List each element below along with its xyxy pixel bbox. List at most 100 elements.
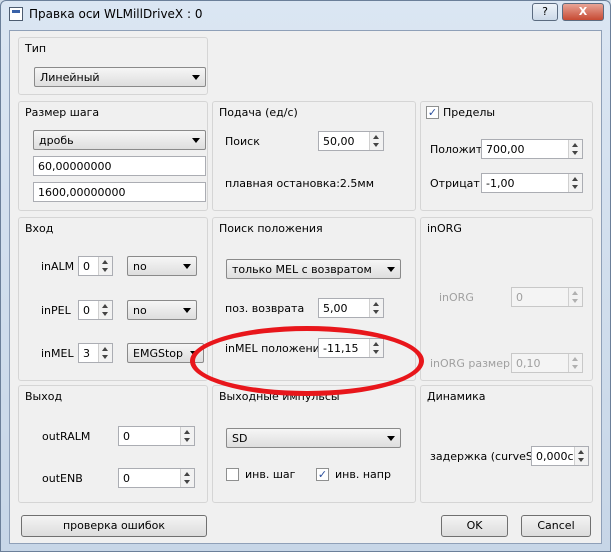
spin-down-icon — [572, 185, 578, 189]
output-group: Выход outRALM 0 outENB 0 — [18, 385, 208, 503]
pulse-mode-select[interactable]: SD — [226, 428, 401, 448]
help-button[interactable]: ? — [532, 3, 558, 21]
invert-step-label: инв. шаг — [245, 468, 296, 481]
chevron-down-icon — [387, 267, 395, 272]
in-mel-label: inMEL — [41, 347, 74, 360]
chevron-down-icon — [192, 138, 200, 143]
spin-up-icon — [184, 430, 190, 434]
spin-up-icon — [373, 302, 379, 306]
check-errors-button[interactable]: проверка ошибок — [21, 515, 207, 537]
in-pel-select[interactable]: no — [127, 300, 197, 320]
inorg-spinbox[interactable]: 0 — [511, 287, 583, 307]
dialog-window: Правка оси WLMillDriveX : 0 ? X Тип Лине… — [0, 0, 611, 552]
spin-buttons[interactable] — [98, 257, 112, 275]
negative-limit-spinbox[interactable]: -1,00 — [481, 173, 583, 193]
smooth-stop-label: плавная остановка:2.5мм — [225, 177, 375, 190]
limits-group-title: Пределы — [443, 106, 496, 119]
dynamics-group: Динамика задержка (curveS) 0,000с — [420, 385, 593, 503]
delay-curve-label: задержка (curveS) — [430, 450, 538, 463]
dialog-client-area: Тип Линейный Размер шага дробь 60,000000… — [9, 30, 602, 544]
step-mode-select[interactable]: дробь — [33, 130, 206, 150]
spin-buttons[interactable] — [369, 132, 383, 150]
spin-up-icon — [572, 291, 578, 295]
step-size-group-title: Размер шага — [25, 106, 100, 119]
cancel-button[interactable]: Cancel — [521, 515, 591, 537]
feed-group-title: Подача (ед/с) — [219, 106, 298, 119]
output-pulses-group: Выходные импульсы SD инв. шаг ✓ инв. нап… — [212, 385, 416, 503]
step-size-group: Размер шага дробь 60,00000000 1600,00000… — [18, 101, 208, 211]
limits-checkbox[interactable]: ✓ — [426, 106, 439, 119]
spin-down-icon — [102, 312, 108, 316]
spin-down-icon — [578, 458, 584, 462]
limits-group: ✓ Пределы Положит 700,00 Отрицат -1,00 — [420, 101, 593, 211]
in-pel-label: inPEL — [41, 304, 71, 317]
type-group-title: Тип — [25, 42, 47, 55]
step-value-2-input[interactable]: 1600,00000000 — [33, 182, 206, 202]
spin-up-icon — [102, 260, 108, 264]
window-title: Правка оси WLMillDriveX : 0 — [29, 7, 203, 21]
inorg-label: inORG — [439, 291, 474, 304]
feed-group: Подача (ед/с) Поиск 50,00 плавная остано… — [212, 101, 416, 211]
spin-buttons[interactable] — [98, 301, 112, 319]
negative-limit-label: Отрицат — [430, 177, 480, 190]
spin-up-icon — [572, 177, 578, 181]
spin-down-icon — [373, 143, 379, 147]
invert-direction-checkbox[interactable]: ✓ — [316, 468, 329, 481]
spin-down-icon — [102, 268, 108, 272]
spin-buttons[interactable] — [568, 354, 582, 372]
spin-buttons[interactable] — [180, 469, 194, 487]
in-mel-spinbox[interactable]: 3 — [78, 343, 113, 363]
spin-down-icon — [184, 480, 190, 484]
spin-up-icon — [578, 450, 584, 454]
spin-down-icon — [572, 151, 578, 155]
chevron-down-icon — [387, 436, 395, 441]
spin-up-icon — [572, 143, 578, 147]
input-group: Вход inALM 0 no inPEL 0 no inMEL 3 EMGSt… — [18, 217, 208, 381]
step-value-1-input[interactable]: 60,00000000 — [33, 156, 206, 176]
spin-buttons[interactable] — [568, 288, 582, 306]
spin-down-icon — [572, 365, 578, 369]
ok-button[interactable]: OK — [441, 515, 508, 537]
positive-limit-spinbox[interactable]: 700,00 — [481, 139, 583, 159]
spin-buttons[interactable] — [568, 140, 582, 158]
in-alm-spinbox[interactable]: 0 — [78, 256, 113, 276]
position-search-mode-select[interactable]: только MEL с возвратом — [226, 259, 401, 279]
spin-down-icon — [102, 355, 108, 359]
out-ralm-label: outRALM — [42, 430, 91, 443]
out-ralm-spinbox[interactable]: 0 — [118, 426, 195, 446]
out-enb-label: outENB — [42, 472, 83, 485]
output-group-title: Выход — [25, 390, 63, 403]
position-search-group-title: Поиск положения — [219, 222, 323, 235]
inorg-size-spinbox[interactable]: 0,10 — [511, 353, 583, 373]
step-mode-value: дробь — [39, 134, 74, 147]
search-feed-label: Поиск — [225, 135, 260, 148]
invert-step-checkbox[interactable] — [226, 468, 239, 481]
out-enb-spinbox[interactable]: 0 — [118, 468, 195, 488]
spin-buttons[interactable] — [574, 447, 588, 465]
title-bar[interactable]: Правка оси WLMillDriveX : 0 ? X — [1, 1, 610, 29]
spin-buttons[interactable] — [98, 344, 112, 362]
spin-buttons[interactable] — [369, 299, 383, 317]
app-window-icon — [9, 7, 23, 21]
in-alm-label: inALM — [41, 260, 75, 273]
return-position-label: поз. возврата — [225, 302, 305, 315]
type-select-value: Линейный — [40, 71, 100, 84]
spin-down-icon — [184, 438, 190, 442]
search-feed-spinbox[interactable]: 50,00 — [318, 131, 384, 151]
spin-up-icon — [572, 357, 578, 361]
spin-buttons[interactable] — [180, 427, 194, 445]
type-select[interactable]: Линейный — [34, 67, 206, 87]
return-position-spinbox[interactable]: 5,00 — [318, 298, 384, 318]
delay-curve-spinbox[interactable]: 0,000с — [531, 446, 589, 466]
positive-limit-label: Положит — [430, 143, 483, 156]
spin-down-icon — [373, 310, 379, 314]
spin-up-icon — [184, 472, 190, 476]
type-group: Тип Линейный — [18, 37, 208, 95]
in-alm-select[interactable]: no — [127, 256, 197, 276]
spin-up-icon — [102, 347, 108, 351]
close-button[interactable]: X — [562, 3, 604, 21]
chevron-down-icon — [183, 308, 191, 313]
dynamics-group-title: Динамика — [427, 390, 486, 403]
spin-buttons[interactable] — [568, 174, 582, 192]
in-pel-spinbox[interactable]: 0 — [78, 300, 113, 320]
